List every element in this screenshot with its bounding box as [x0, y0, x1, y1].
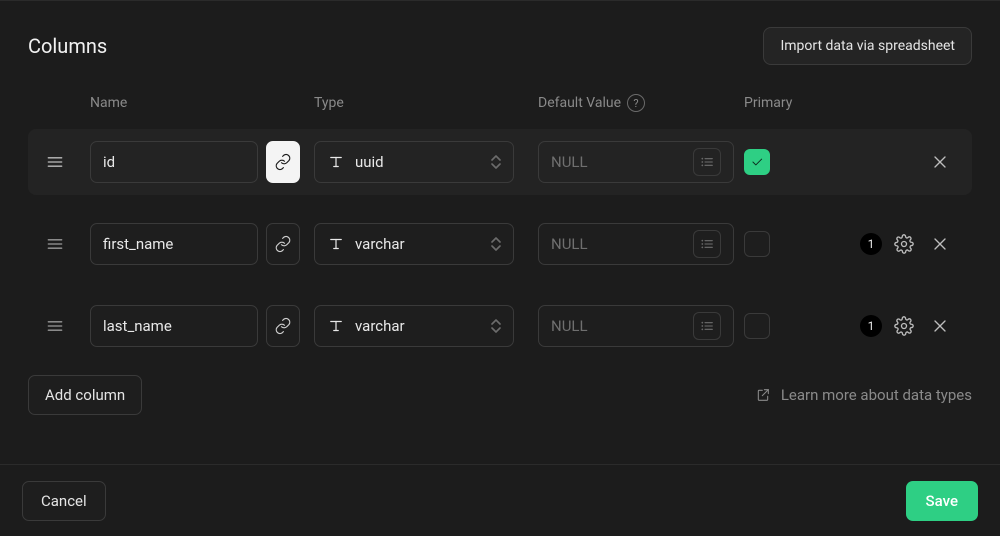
- default-value-input[interactable]: NULL: [538, 223, 734, 265]
- drag-handle-icon[interactable]: [44, 315, 66, 337]
- select-chevron-icon: [491, 155, 501, 169]
- column-name-input[interactable]: [90, 223, 258, 265]
- link-icon: [274, 153, 292, 171]
- close-icon: [930, 152, 950, 172]
- section-header: Columns Import data via spreadsheet: [28, 27, 972, 65]
- gear-icon: [894, 316, 914, 336]
- column-name-field[interactable]: [103, 153, 245, 171]
- add-column-button[interactable]: Add column: [28, 375, 142, 415]
- header-default-label: Default Value: [538, 95, 621, 111]
- section-title: Columns: [28, 34, 107, 58]
- foreign-key-button[interactable]: [266, 223, 300, 265]
- import-spreadsheet-button[interactable]: Import data via spreadsheet: [763, 27, 972, 65]
- default-value-input[interactable]: NULL: [538, 141, 734, 183]
- column-type-select[interactable]: varchar: [314, 223, 514, 265]
- check-icon: [750, 155, 764, 169]
- column-settings-button[interactable]: [890, 312, 918, 340]
- default-options-button[interactable]: [693, 230, 721, 258]
- settings-count-badge: 1: [860, 315, 882, 337]
- primary-key-checkbox[interactable]: [744, 231, 770, 257]
- default-options-button[interactable]: [693, 148, 721, 176]
- default-options-button[interactable]: [693, 312, 721, 340]
- column-type-label: uuid: [355, 153, 481, 171]
- foreign-key-button[interactable]: [266, 305, 300, 347]
- column-type-label: varchar: [355, 235, 481, 253]
- help-icon[interactable]: ?: [627, 94, 645, 112]
- text-type-icon: [327, 153, 345, 171]
- column-row: uuid NULL: [28, 129, 972, 195]
- header-type: Type: [314, 95, 538, 111]
- primary-key-checkbox[interactable]: [744, 149, 770, 175]
- column-type-select[interactable]: varchar: [314, 305, 514, 347]
- columns-panel: Columns Import data via spreadsheet Name…: [0, 0, 1000, 536]
- gear-icon: [894, 234, 914, 254]
- default-value-input[interactable]: NULL: [538, 305, 734, 347]
- list-icon: [699, 318, 715, 334]
- default-placeholder: NULL: [551, 235, 588, 253]
- delete-column-button[interactable]: [926, 312, 954, 340]
- column-name-field[interactable]: [103, 317, 245, 335]
- column-type-select[interactable]: uuid: [314, 141, 514, 183]
- foreign-key-button[interactable]: [266, 141, 300, 183]
- header-primary: Primary: [744, 95, 814, 111]
- link-icon: [274, 235, 292, 253]
- default-placeholder: NULL: [551, 153, 588, 171]
- column-name-field[interactable]: [103, 235, 245, 253]
- panel-content: Columns Import data via spreadsheet Name…: [0, 1, 1000, 464]
- select-chevron-icon: [491, 237, 501, 251]
- text-type-icon: [327, 235, 345, 253]
- settings-count-badge: 1: [860, 233, 882, 255]
- drag-handle-icon[interactable]: [44, 151, 66, 173]
- select-chevron-icon: [491, 319, 501, 333]
- panel-footer: Cancel Save: [0, 464, 1000, 536]
- column-settings-button[interactable]: [890, 230, 918, 258]
- column-type-label: varchar: [355, 317, 481, 335]
- learn-more-label: Learn more about data types: [781, 386, 972, 404]
- list-icon: [699, 154, 715, 170]
- drag-handle-icon[interactable]: [44, 233, 66, 255]
- column-row: varchar NULL: [28, 293, 972, 359]
- column-rows: uuid NULL: [28, 129, 972, 359]
- default-placeholder: NULL: [551, 317, 588, 335]
- header-default: Default Value ?: [538, 94, 744, 112]
- close-icon: [930, 234, 950, 254]
- text-type-icon: [327, 317, 345, 335]
- column-headers: Name Type Default Value ? Primary: [28, 89, 972, 117]
- bottom-actions: Add column Learn more about data types: [28, 375, 972, 415]
- delete-column-button[interactable]: [926, 230, 954, 258]
- column-name-input[interactable]: [90, 305, 258, 347]
- column-name-input[interactable]: [90, 141, 258, 183]
- primary-key-checkbox[interactable]: [744, 313, 770, 339]
- header-name: Name: [90, 95, 266, 111]
- save-button[interactable]: Save: [906, 481, 978, 521]
- external-link-icon: [755, 387, 771, 403]
- link-icon: [274, 317, 292, 335]
- close-icon: [930, 316, 950, 336]
- learn-more-link[interactable]: Learn more about data types: [755, 386, 972, 404]
- delete-column-button[interactable]: [926, 148, 954, 176]
- list-icon: [699, 236, 715, 252]
- cancel-button[interactable]: Cancel: [22, 481, 106, 521]
- column-row: varchar NULL: [28, 211, 972, 277]
